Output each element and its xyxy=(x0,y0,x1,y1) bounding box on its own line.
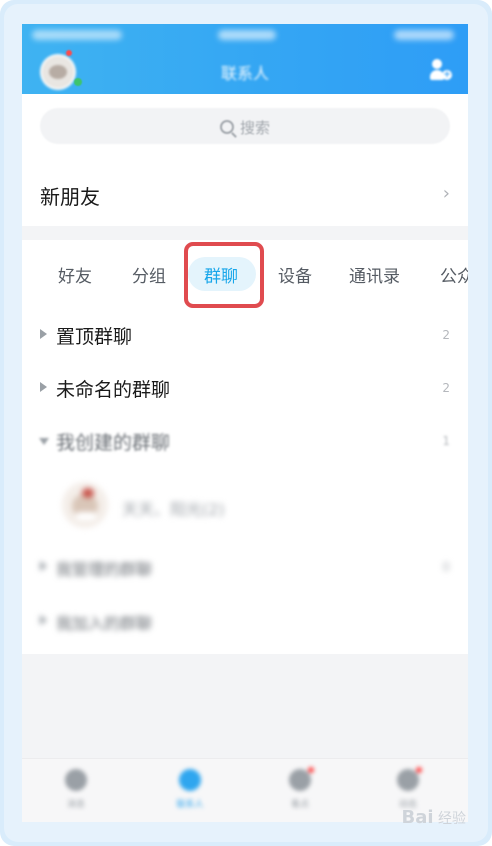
tab-friends[interactable]: 好友 xyxy=(58,262,92,287)
nav-label: 联系人 xyxy=(176,800,204,810)
watermark-logo: Bai 经验 xyxy=(401,807,467,828)
group-row-joined[interactable]: 我加入的群聊 xyxy=(22,596,468,648)
nav-contacts[interactable]: 联系人 xyxy=(160,767,220,817)
badge-dot xyxy=(308,767,314,773)
search-input[interactable]: 搜索 xyxy=(40,108,450,144)
group-count: 2 xyxy=(442,328,450,342)
group-chat-name: 天天、阳光(2) xyxy=(122,500,225,519)
group-row-managed[interactable]: 我管理的群聊 0 xyxy=(22,542,468,594)
search-section: 搜索 xyxy=(22,94,468,156)
nav-label: 消息 xyxy=(66,800,85,810)
search-placeholder: 搜索 xyxy=(239,119,270,137)
star-icon xyxy=(397,769,419,791)
empty-area xyxy=(22,654,468,758)
expand-arrow-icon xyxy=(40,329,47,339)
chevron-right-icon: › xyxy=(442,183,450,204)
group-row-created[interactable]: 我创建的群聊 1 xyxy=(22,416,468,468)
page-title: 联系人 xyxy=(220,64,269,83)
expand-arrow-icon xyxy=(40,382,47,392)
badge-dot xyxy=(416,767,422,773)
tab-address-book[interactable]: 通讯录 xyxy=(349,262,400,287)
list-item[interactable]: 天天、阳光(2) xyxy=(22,476,468,540)
group-list: 置顶群聊 2 未命名的群聊 2 我创建的群聊 1 天天、阳光(2) 我管理的群聊… xyxy=(22,310,468,654)
tab-groups-category[interactable]: 分组 xyxy=(132,262,166,287)
header-bar: 联系人 + xyxy=(22,24,468,94)
group-avatar xyxy=(62,482,108,528)
status-signal xyxy=(32,30,122,40)
nav-watch[interactable]: 看点 xyxy=(270,767,330,817)
contacts-icon xyxy=(179,769,201,791)
message-icon xyxy=(65,769,87,791)
search-icon xyxy=(219,120,234,134)
watch-icon xyxy=(289,769,311,791)
group-row-pinned[interactable]: 置顶群聊 2 xyxy=(22,310,468,362)
group-count: 1 xyxy=(442,434,450,448)
group-name: 我创建的群聊 xyxy=(56,432,171,454)
status-battery xyxy=(394,30,454,40)
nav-messages[interactable]: 消息 xyxy=(46,767,106,817)
group-count: 0 xyxy=(442,560,450,574)
phone-screen: 联系人 + 搜索 新朋友 › 好友 分组 群聊 设备 通讯录 公众 置顶群聊 2 xyxy=(22,24,468,822)
group-name: 我管理的群聊 xyxy=(56,560,153,579)
notification-dot xyxy=(66,50,72,56)
add-friend-icon[interactable]: + xyxy=(430,59,452,81)
nav-label: 看点 xyxy=(290,800,309,810)
expand-arrow-icon xyxy=(40,561,47,571)
tab-devices[interactable]: 设备 xyxy=(278,262,312,287)
contact-tabs: 好友 分组 群聊 设备 通讯录 公众 xyxy=(22,240,468,310)
new-friends-label: 新朋友 xyxy=(40,185,100,209)
collapse-arrow-icon xyxy=(39,438,49,445)
status-bar xyxy=(22,24,468,46)
section-divider xyxy=(22,226,468,240)
group-name: 未命名的群聊 xyxy=(56,379,171,401)
group-name: 置顶群聊 xyxy=(56,326,133,348)
highlight-box xyxy=(184,242,264,308)
tab-public-accounts[interactable]: 公众 xyxy=(440,262,468,287)
status-time xyxy=(218,30,276,40)
new-friends-row[interactable]: 新朋友 › xyxy=(22,156,468,226)
expand-arrow-icon xyxy=(40,615,47,625)
group-name: 我加入的群聊 xyxy=(56,614,153,633)
group-row-unnamed[interactable]: 未命名的群聊 2 xyxy=(22,363,468,415)
group-count: 2 xyxy=(442,381,450,395)
